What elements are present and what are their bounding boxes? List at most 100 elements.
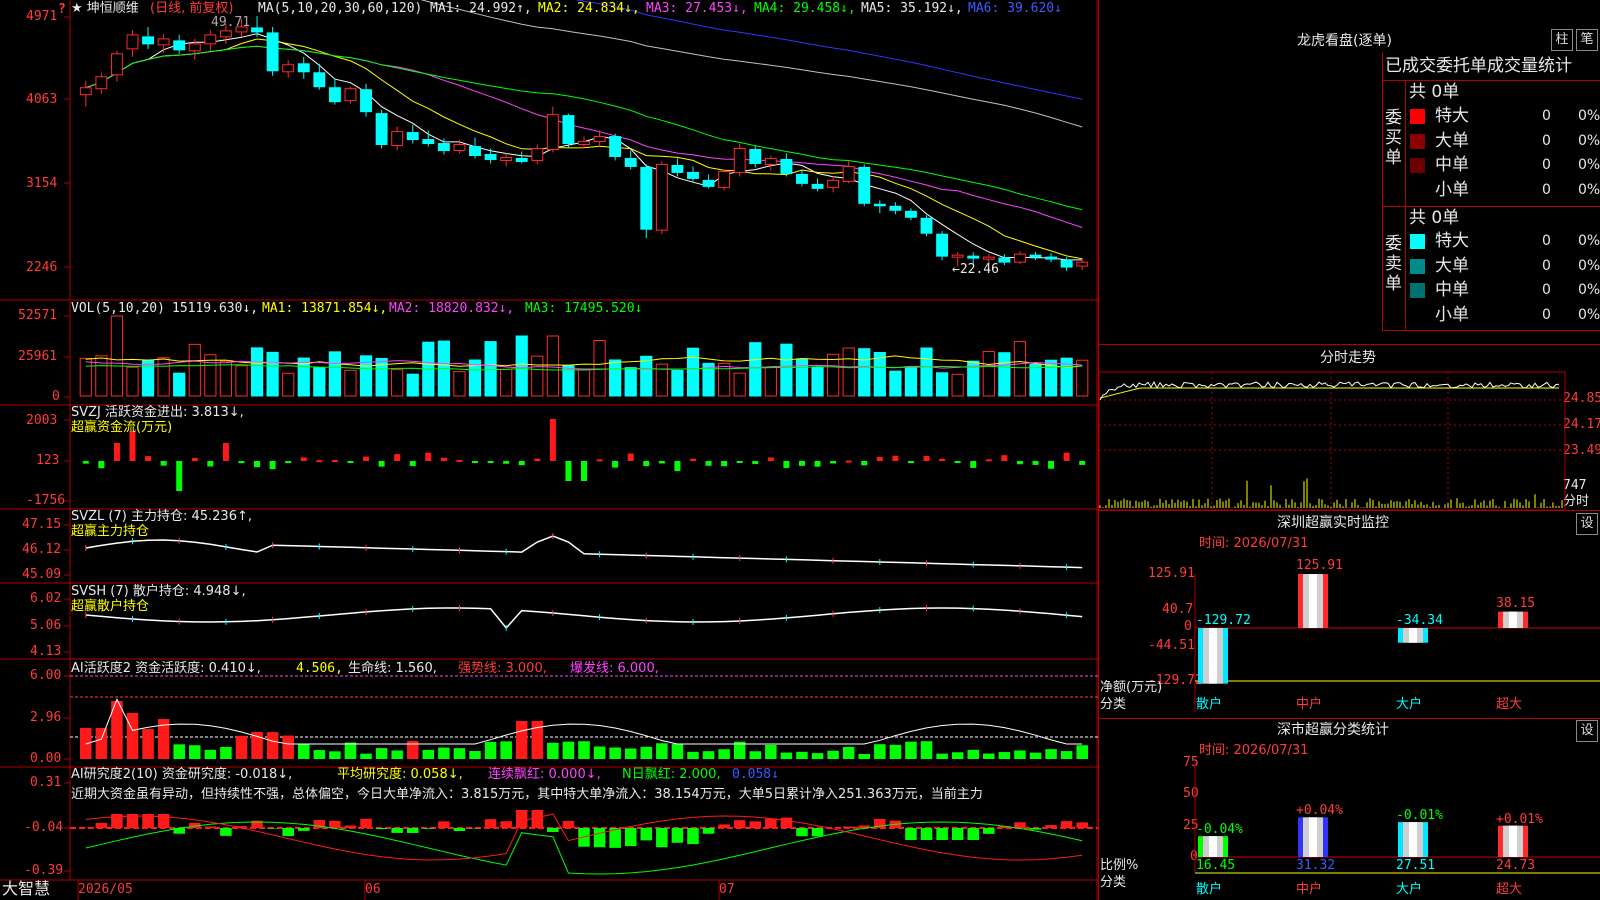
candle-body — [515, 157, 528, 162]
stat-time: 时间: 2026/07/31 — [1199, 743, 1309, 758]
ai1-bar — [578, 741, 590, 759]
ai2-last: 0.058↓ — [732, 767, 779, 782]
ai1-bar — [609, 747, 621, 759]
sell-orders-label: 委卖单 — [1385, 234, 1402, 294]
monitor-category-label: 散户 — [1196, 697, 1223, 712]
order-swatch — [1410, 283, 1425, 298]
volume-bar — [780, 343, 793, 397]
order-swatch — [1410, 234, 1425, 249]
candle-body — [1045, 256, 1058, 260]
ai1-bar — [500, 741, 512, 759]
candle-body — [889, 205, 902, 211]
candle-body — [79, 87, 92, 96]
ai1-bar — [266, 732, 279, 759]
ai2-bar — [687, 828, 699, 845]
bar-mode-button[interactable]: 柱 — [1551, 29, 1573, 51]
ma6-value: MA6: 39.620↓ — [968, 1, 1062, 16]
ai2-bar — [360, 818, 372, 828]
stat-settings-button[interactable]: 设 — [1576, 720, 1598, 742]
ai2-bar — [375, 828, 388, 830]
ai2-bar — [811, 828, 824, 837]
stock-chart[interactable] — [0, 0, 1100, 900]
svzj-bar — [861, 461, 868, 466]
candle-body — [764, 157, 777, 165]
candle-body — [702, 179, 715, 187]
monitor-settings-button[interactable]: 设 — [1576, 513, 1598, 535]
ai1-bar — [235, 735, 248, 759]
svzj-bar — [721, 461, 728, 467]
svzj-bar — [970, 461, 977, 468]
candle-body — [749, 149, 762, 164]
volume-bar — [110, 315, 124, 397]
ai1-bar — [95, 727, 108, 759]
ai2-bar — [282, 828, 294, 837]
candle-body — [796, 173, 808, 184]
volume-bar — [811, 367, 824, 397]
candle-body — [188, 43, 201, 52]
ai1-bar — [282, 735, 294, 759]
ai1-bar — [142, 729, 154, 759]
ai2-bar — [796, 828, 808, 837]
help-icon[interactable]: ? — [58, 2, 66, 17]
svzj-bar — [767, 457, 774, 461]
svzj-bar — [1001, 455, 1008, 461]
order-type-label: 特大 — [1435, 231, 1469, 251]
vol-header: VOL(5,10,20) — [71, 301, 165, 316]
svzj-bar — [985, 459, 992, 462]
volume-bar — [920, 347, 933, 397]
svzj-bar — [814, 461, 821, 467]
volume-bar — [531, 355, 544, 397]
candle-body — [609, 136, 622, 157]
ai2-bar — [515, 810, 528, 828]
volume-bar — [935, 372, 949, 397]
ai1-ytick-2: 2.96 — [30, 710, 62, 725]
candle-body — [531, 148, 544, 161]
candle-body — [936, 233, 949, 257]
svsh-ytick-3: 4.13 — [30, 644, 62, 659]
svsh-ytick-1: 6.02 — [30, 591, 62, 606]
ai2-bar — [983, 828, 995, 834]
period-label[interactable]: (日线, 前复权) — [150, 1, 233, 16]
ai1-bar — [671, 743, 684, 759]
svzj-bar — [98, 461, 105, 469]
svzj-bar — [939, 458, 946, 461]
fenshi-ytick-3: 23.49 — [1563, 443, 1600, 458]
candle-body — [313, 72, 326, 88]
main-ytick-1: 4971 — [26, 9, 58, 24]
ai1-bar — [889, 744, 902, 759]
svzj-bar — [129, 431, 136, 461]
svzj-bar — [425, 452, 432, 461]
xaxis-label-2: 06 — [365, 882, 381, 897]
candle-body — [469, 146, 481, 156]
stock-name: ★ 坤恒顺维 — [71, 1, 139, 16]
svsh-header: SVSH (7) 散户持仓: 4.948↓, — [71, 584, 246, 599]
volume-bar — [671, 369, 684, 397]
svzj-bar — [238, 461, 245, 464]
candle-body — [157, 38, 170, 46]
tick-mode-button[interactable]: 笔 — [1576, 29, 1598, 51]
ai2-bar — [765, 818, 777, 828]
volume-bar — [328, 351, 341, 397]
ai2-avg: 平均研究度: 0.058↓, — [337, 767, 463, 782]
svzj-bar — [892, 455, 899, 461]
xaxis-label-1: 2026/05 — [78, 882, 133, 897]
stat-value-label: 27.51 — [1396, 858, 1436, 873]
ai2-bar — [453, 828, 466, 832]
ai1-bar — [80, 727, 92, 759]
ai1-bar — [640, 746, 653, 759]
main-ytick-4: 2246 — [26, 260, 58, 275]
candle-body — [391, 131, 404, 147]
ai1-bar — [329, 751, 341, 759]
ai1-bar — [220, 747, 232, 759]
volume-bar — [219, 360, 233, 397]
candle-body — [593, 136, 606, 143]
monitor-ytick-1: 125.91 — [1148, 566, 1195, 581]
stat-value-label: 16.45 — [1196, 858, 1236, 873]
ai1-bar — [204, 749, 217, 759]
candle-body — [671, 164, 684, 173]
ai2-bar — [749, 821, 762, 828]
ai2-bar — [95, 822, 108, 828]
svzl-sub: 超赢主力持仓 — [71, 524, 150, 539]
candle-body — [110, 53, 123, 76]
candle-body — [687, 171, 699, 179]
